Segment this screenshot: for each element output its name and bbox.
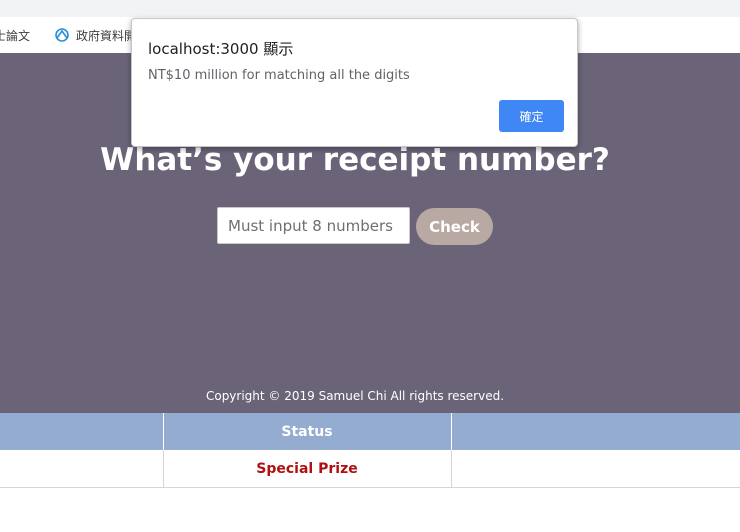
alert-dialog: localhost:3000 顯示 NT$10 million for matc… bbox=[131, 18, 578, 147]
bookmark-thesis[interactable]: 士論文 bbox=[0, 24, 30, 46]
check-button[interactable]: Check bbox=[416, 208, 493, 245]
status-cell: Special Prize bbox=[163, 450, 452, 488]
alert-message: NT$10 million for matching all the digit… bbox=[148, 68, 410, 83]
table-header-cell bbox=[451, 413, 740, 450]
table-header-row: Status bbox=[0, 413, 740, 450]
bookmark-label: 政府資料開 bbox=[76, 28, 137, 43]
open-data-icon bbox=[54, 27, 70, 43]
alert-ok-button[interactable]: 確定 bbox=[499, 100, 564, 132]
browser-top-strip bbox=[0, 0, 740, 17]
table-header-status: Status bbox=[163, 413, 452, 450]
table-header-cell bbox=[0, 413, 164, 450]
alert-title: localhost:3000 顯示 bbox=[148, 40, 294, 58]
table-cell bbox=[0, 450, 164, 488]
results-table: Status Special Prize bbox=[0, 413, 740, 488]
table-cell bbox=[451, 450, 740, 488]
receipt-number-input[interactable] bbox=[217, 207, 410, 244]
page-title: What’s your receipt number? bbox=[100, 142, 610, 178]
table-row: Special Prize bbox=[0, 450, 740, 488]
bookmark-open-data[interactable]: 政府資料開 bbox=[38, 24, 136, 46]
copyright-text: Copyright © 2019 Samuel Chi All rights r… bbox=[205, 389, 505, 403]
bookmark-label: 士論文 bbox=[0, 28, 31, 43]
